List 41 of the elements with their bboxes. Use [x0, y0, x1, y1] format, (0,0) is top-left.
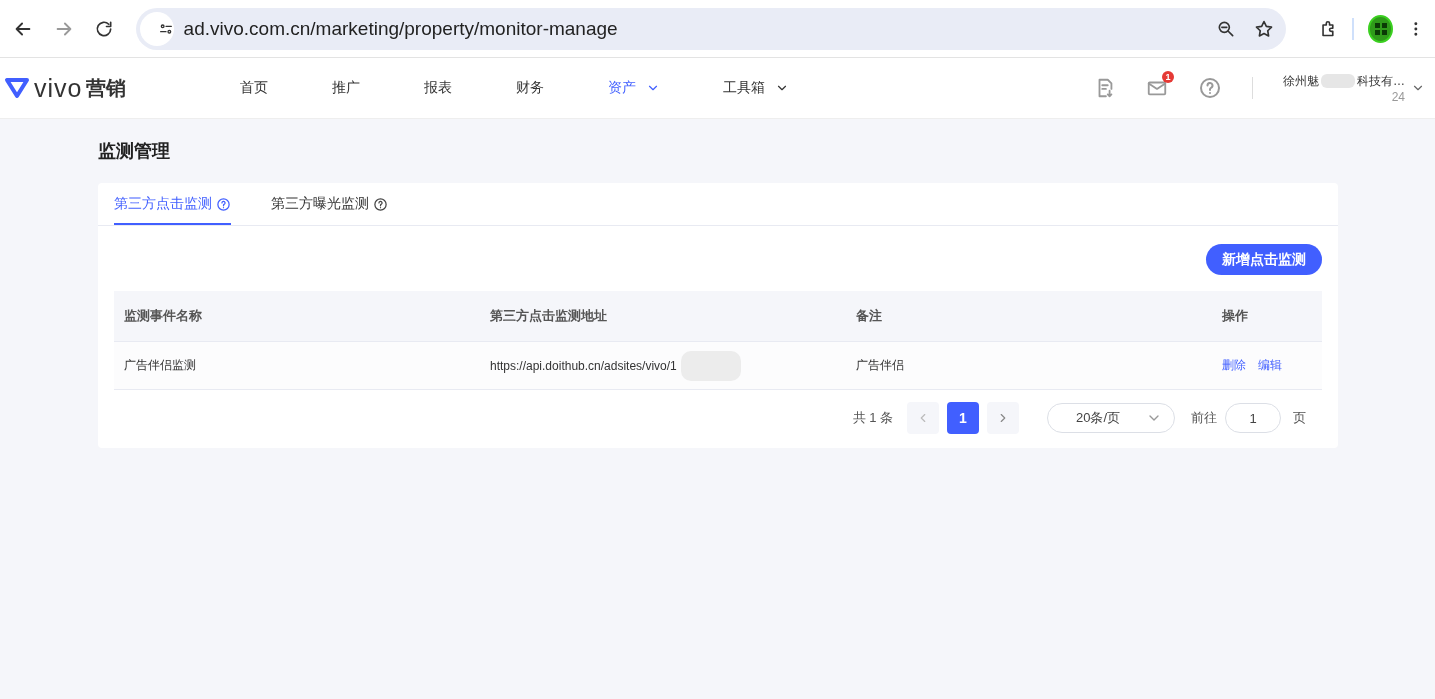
address-bar[interactable]: ad.vivo.com.cn/marketing/property/monitor-manage — [135, 7, 1286, 50]
star-icon[interactable] — [1253, 18, 1274, 39]
account-name: 科技有… — [1357, 72, 1405, 90]
redaction-blur — [1321, 74, 1355, 88]
column-header: 备注 — [846, 291, 1212, 342]
action-link[interactable]: 删除 — [1222, 358, 1246, 372]
logo-text: 营销 — [86, 75, 127, 101]
total-count: 共 1 条 — [852, 409, 893, 427]
tab[interactable]: 第三方曝光监测 — [271, 183, 388, 225]
column-header: 第三方点击监测地址 — [480, 291, 846, 342]
page-button[interactable]: 1 — [947, 402, 979, 434]
action-link[interactable]: 编辑 — [1258, 358, 1282, 372]
url-text: ad.vivo.com.cn/marketing/property/monitor-manage — [183, 17, 619, 40]
page-suffix: 页 — [1293, 409, 1306, 427]
site-settings-button[interactable] — [139, 11, 174, 46]
nav-item[interactable]: 推广 — [332, 79, 424, 97]
nav-item[interactable]: 财务 — [516, 79, 608, 97]
nav-item[interactable]: 报表 — [424, 79, 516, 97]
logo-wordmark: vivo — [34, 73, 83, 103]
nav-item[interactable]: 工具箱 — [723, 79, 838, 97]
help-icon[interactable] — [1198, 76, 1222, 100]
notification-badge: 1 — [1162, 71, 1174, 83]
monitor-url: https://api.doithub.cn/adsites/vivo/1 — [490, 358, 677, 373]
page-title: 监测管理 — [98, 140, 171, 163]
table-cell: 广告伴侣 — [846, 341, 1212, 390]
nav-item[interactable]: 资产 — [608, 79, 723, 97]
account-name: 徐州魅 — [1283, 72, 1319, 90]
tab[interactable]: 第三方点击监测 — [114, 183, 231, 225]
table-cell: 广告伴侣监测 — [114, 341, 480, 390]
column-header: 监测事件名称 — [114, 291, 480, 342]
goto-label: 前往 — [1191, 409, 1217, 427]
add-monitor-button[interactable]: 新增点击监测 — [1206, 244, 1322, 275]
logo-icon — [4, 77, 30, 99]
help-icon — [216, 196, 231, 212]
nav-item[interactable]: 首页 — [240, 79, 332, 97]
help-icon — [373, 196, 388, 212]
reload-icon — [94, 18, 115, 39]
column-header: 操作 — [1212, 291, 1322, 342]
profile-icon[interactable] — [1368, 14, 1394, 43]
page-input[interactable]: 1 — [1225, 403, 1281, 433]
account-id: 24 — [1391, 89, 1405, 104]
